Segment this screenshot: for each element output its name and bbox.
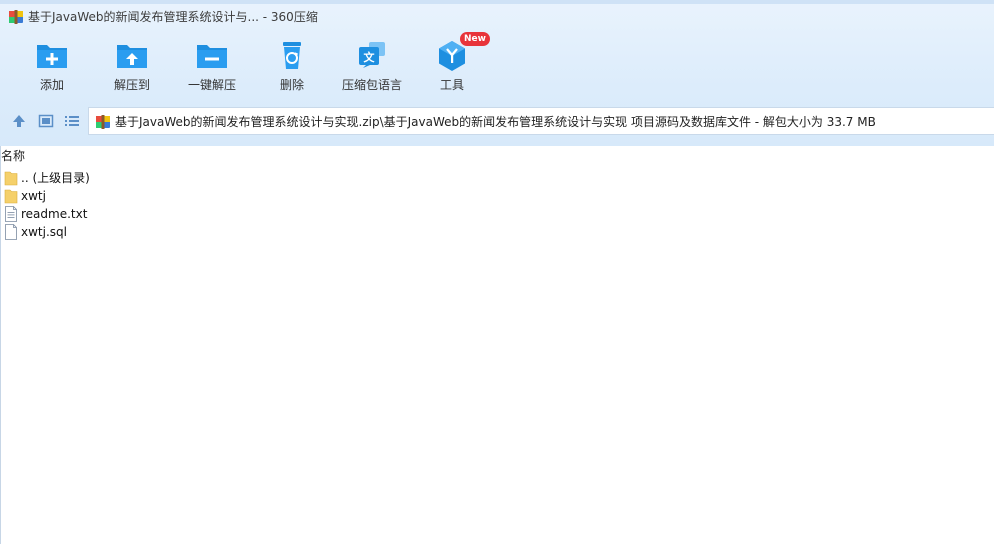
list-item[interactable]: .. (上级目录) xyxy=(0,169,300,187)
column-header-label: 名称 xyxy=(1,149,26,163)
address-path: 基于JavaWeb的新闻发布管理系统设计与实现.zip\基于JavaWeb的新闻… xyxy=(115,115,876,129)
file-name: .. (上级目录) xyxy=(21,171,90,185)
header-area: 基于JavaWeb的新闻发布管理系统设计与... - 360压缩 添加 解压到 … xyxy=(0,0,994,146)
toolbar: 添加 解压到 一键解压 删除 文 压缩包语言 New 工具 xyxy=(0,32,994,98)
text-file-icon xyxy=(5,206,17,222)
folder-icon xyxy=(4,171,18,186)
add-label: 添加 xyxy=(39,78,64,92)
archive-app-icon xyxy=(9,10,23,24)
archive-language-label: 压缩包语言 xyxy=(341,78,402,92)
title-bar[interactable]: 基于JavaWeb的新闻发布管理系统设计与... - 360压缩 xyxy=(0,4,994,30)
address-bar[interactable]: 基于JavaWeb的新闻发布管理系统设计与实现.zip\基于JavaWeb的新闻… xyxy=(88,107,994,135)
one-click-extract-icon xyxy=(197,45,227,68)
file-name: xwtj.sql xyxy=(21,225,67,239)
up-arrow-icon[interactable] xyxy=(11,113,27,129)
list-item[interactable]: readme.txt xyxy=(0,205,300,223)
archive-language-button[interactable]: 文 压缩包语言 xyxy=(332,36,412,96)
view-icon[interactable] xyxy=(38,113,54,129)
address-row: 基于JavaWeb的新闻发布管理系统设计与实现.zip\基于JavaWeb的新闻… xyxy=(0,106,994,136)
new-badge: New xyxy=(460,32,490,46)
tools-button[interactable]: New 工具 xyxy=(412,32,492,96)
folder-icon xyxy=(4,189,18,204)
app-window: 基于JavaWeb的新闻发布管理系统设计与... - 360压缩 添加 解压到 … xyxy=(0,0,994,544)
language-icon: 文 xyxy=(359,42,385,68)
extract-to-label: 解压到 xyxy=(113,78,150,92)
file-icon xyxy=(5,224,17,240)
list-item[interactable]: xwtj.sql xyxy=(0,223,300,241)
file-name: xwtj xyxy=(21,189,46,203)
svg-text:文: 文 xyxy=(364,50,376,64)
add-button[interactable]: 添加 xyxy=(12,36,92,96)
recycle-bin-icon xyxy=(283,42,301,69)
window-title: 基于JavaWeb的新闻发布管理系统设计与... - 360压缩 xyxy=(28,10,318,24)
archive-file-icon xyxy=(96,115,110,129)
one-click-extract-label: 一键解压 xyxy=(187,78,236,92)
file-list: 名称 .. (上级目录) xwtj readme.txt xwtj.sql xyxy=(0,146,994,544)
extract-to-button[interactable]: 解压到 xyxy=(92,36,172,96)
list-view-icon[interactable] xyxy=(64,113,80,129)
list-item[interactable]: xwtj xyxy=(0,187,300,205)
delete-label: 删除 xyxy=(279,78,304,92)
column-header-name[interactable]: 名称 xyxy=(0,146,994,164)
file-name: readme.txt xyxy=(21,207,88,221)
one-click-extract-button[interactable]: 一键解压 xyxy=(172,36,252,96)
extract-to-icon xyxy=(117,45,147,68)
delete-button[interactable]: 删除 xyxy=(252,36,332,96)
add-folder-icon xyxy=(37,45,67,68)
tools-label: 工具 xyxy=(439,78,464,92)
